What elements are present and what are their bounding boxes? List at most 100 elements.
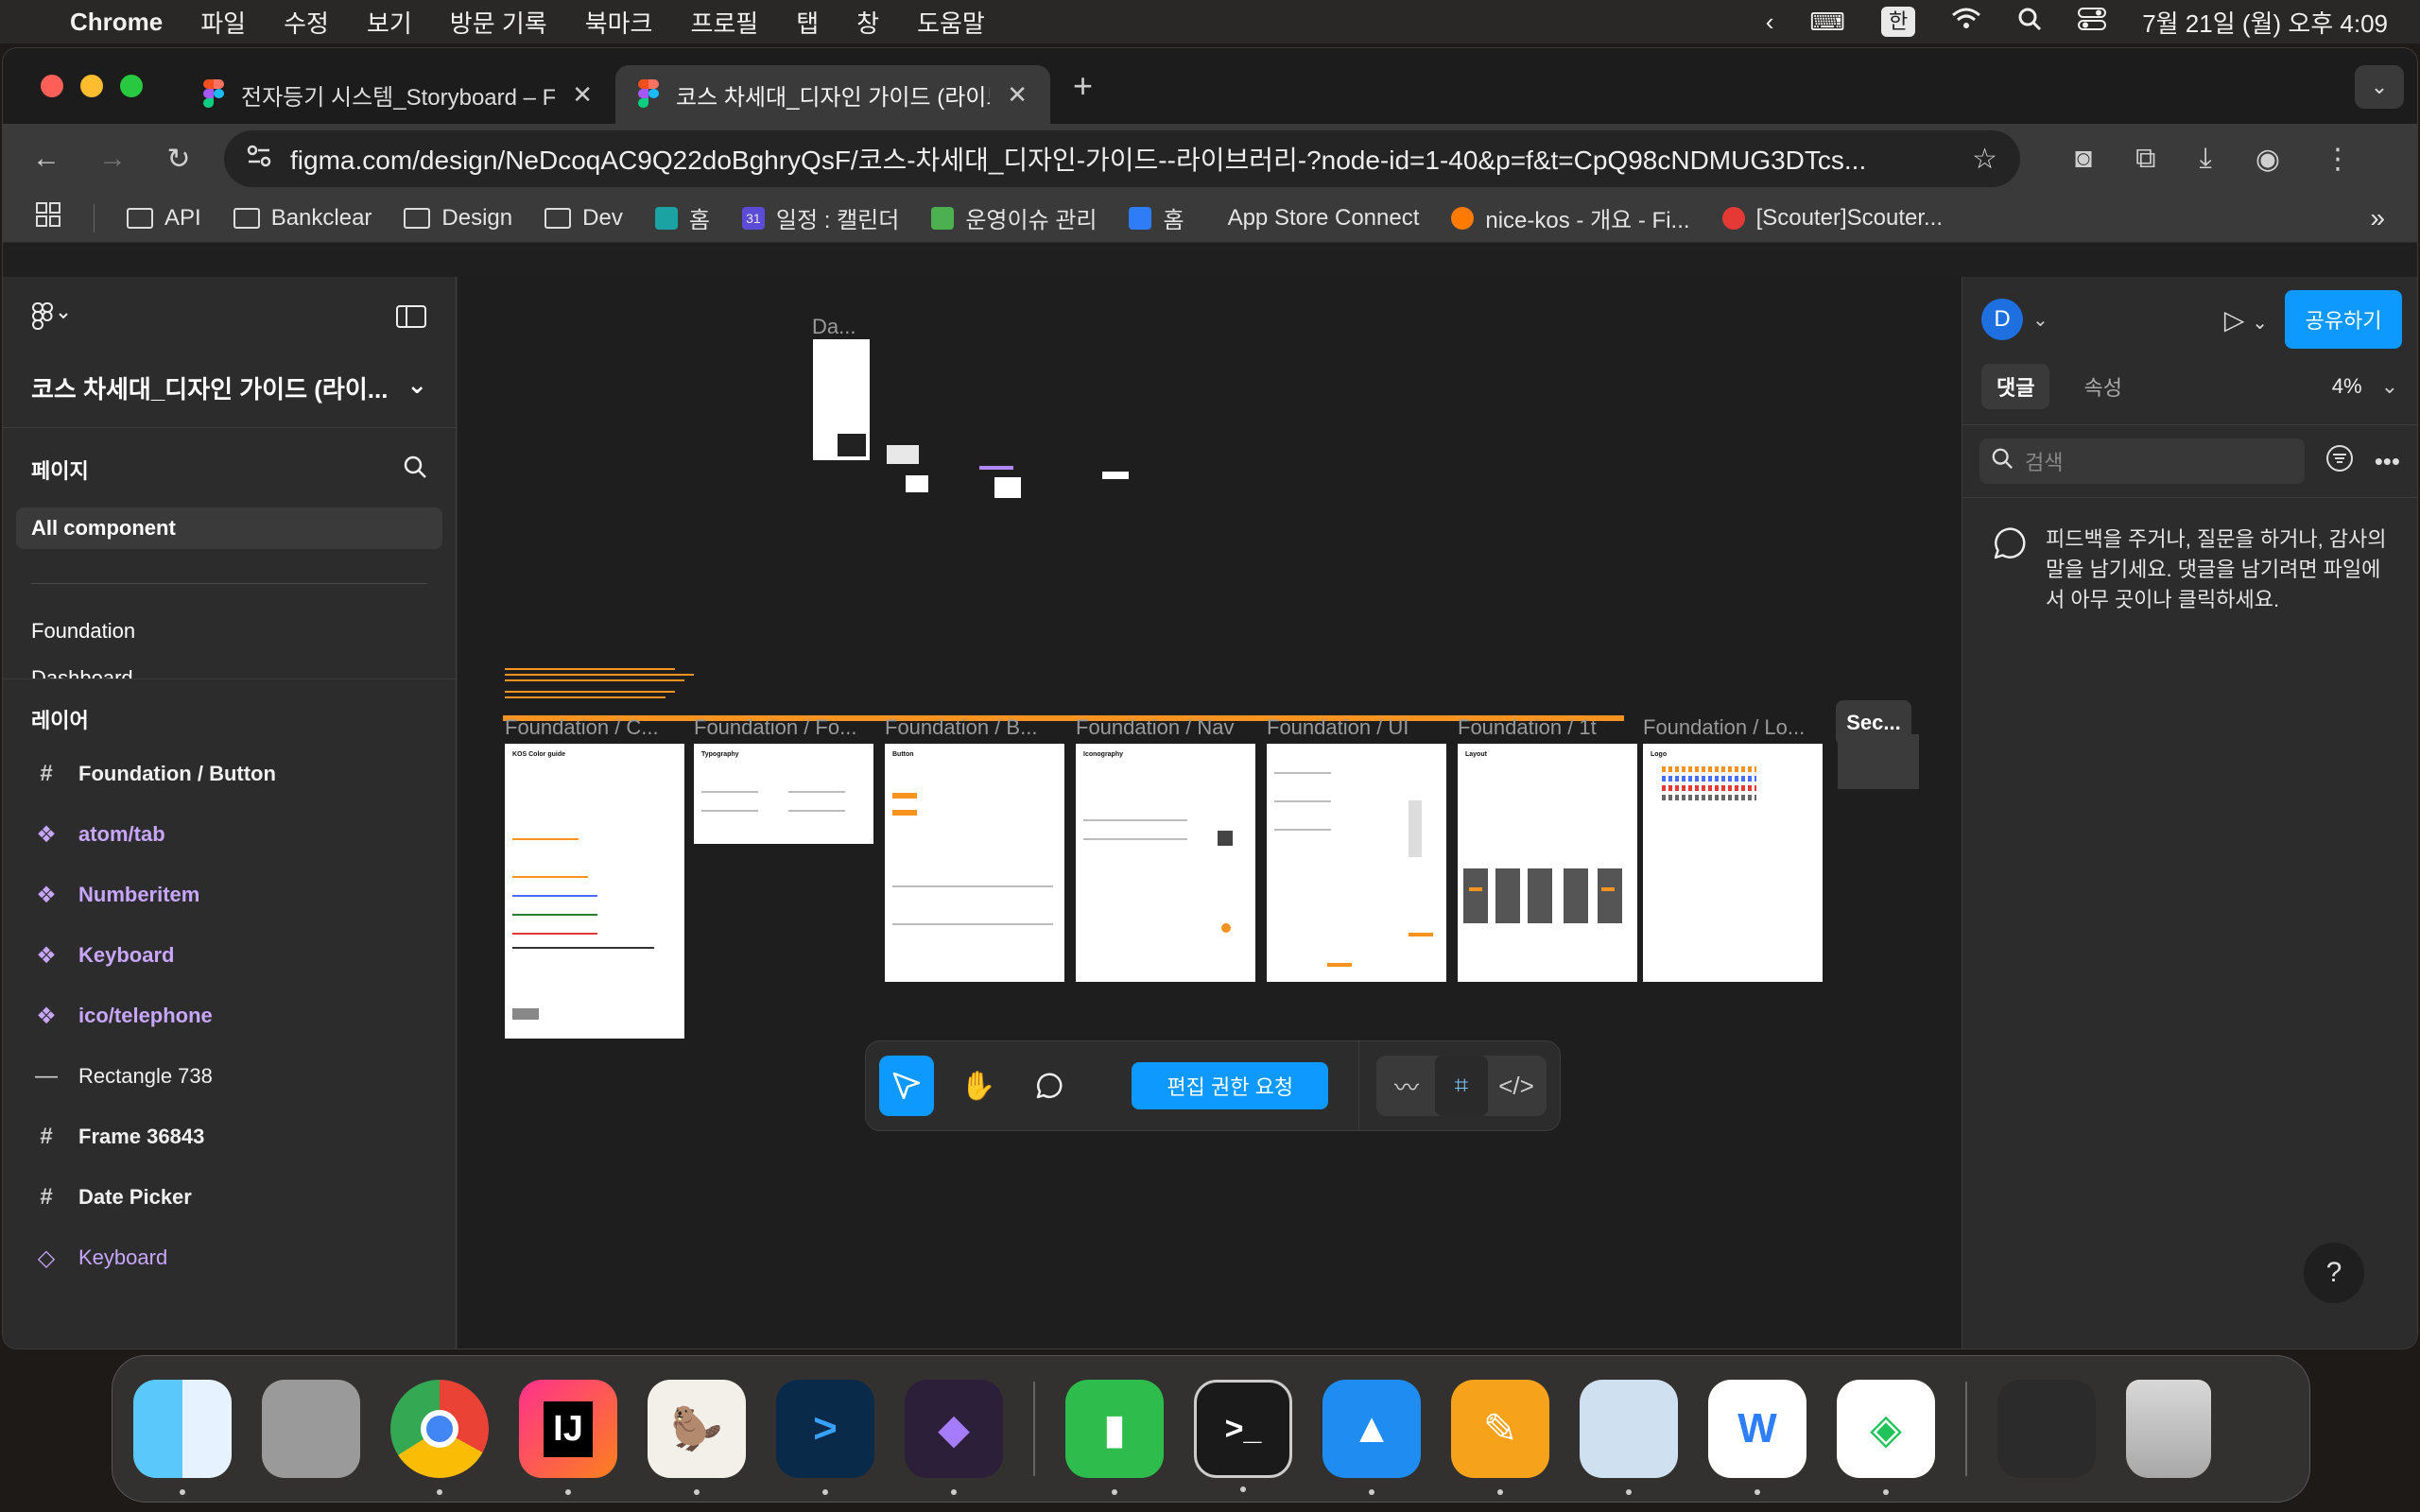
url-text[interactable]: figma.com/design/NeDcoqAC9Q22doBghryQsF/… xyxy=(290,140,1953,178)
layer-item[interactable]: # Date Picker xyxy=(3,1167,456,1228)
chevron-left-icon[interactable]: ‹ xyxy=(1766,8,1774,37)
comment-tool-icon[interactable] xyxy=(1023,1056,1078,1116)
frame-thumbnail-ui[interactable] xyxy=(1267,744,1446,982)
request-edit-button[interactable]: 편집 권한 요청 xyxy=(1132,1062,1329,1109)
new-tab-button[interactable]: + xyxy=(1073,66,1093,106)
tab-comments[interactable]: 댓글 xyxy=(1981,364,2050,409)
figma-menu-icon[interactable] xyxy=(31,301,69,338)
design-canvas[interactable]: Da... Foundation / C... Foundation / Fo.… xyxy=(458,277,1968,1349)
frame-label-font[interactable]: Foundation / Fo... xyxy=(694,715,856,740)
dock-terminal-icon[interactable]: >_ xyxy=(1194,1380,1292,1492)
dock-downloads-stack-icon[interactable] xyxy=(1997,1380,2096,1478)
chevron-down-icon[interactable]: ⌄ xyxy=(2381,374,2398,399)
frame-thumbnail-layout[interactable]: Layout xyxy=(1458,744,1637,982)
help-button[interactable]: ? xyxy=(2304,1243,2364,1303)
layer-item[interactable]: ❖ atom/tab xyxy=(3,804,456,865)
layer-item[interactable]: ❖ Keyboard xyxy=(3,925,456,986)
search-icon[interactable] xyxy=(403,455,427,485)
dock-trash-icon[interactable] xyxy=(2126,1380,2211,1478)
close-window-button[interactable] xyxy=(41,75,63,97)
present-play-icon[interactable]: ▷ ⌄ xyxy=(2224,304,2268,335)
tab-properties[interactable]: 속성 xyxy=(2068,364,2136,409)
dock-intellij-icon[interactable]: IJ xyxy=(519,1380,617,1495)
file-name[interactable]: 코스 차세대_디자인 가이드 (라이... ⌄ xyxy=(31,370,427,405)
chevron-down-icon[interactable]: ⌄ xyxy=(2252,313,2268,334)
toggle-sidebar-icon[interactable] xyxy=(395,303,427,336)
minimize-window-button[interactable] xyxy=(80,75,103,97)
dock-xcode-cloud-icon[interactable]: > xyxy=(776,1380,874,1495)
canvas-mini-element[interactable] xyxy=(979,466,1013,470)
layer-item[interactable]: # Frame 36843 xyxy=(3,1107,456,1167)
dock-whale-icon[interactable]: W xyxy=(1708,1380,1806,1495)
layer-item[interactable]: ❖ Numberitem xyxy=(3,865,456,925)
reload-icon[interactable]: ↻ xyxy=(158,143,199,176)
more-options-icon[interactable]: ••• xyxy=(2375,447,2400,476)
site-settings-icon[interactable] xyxy=(247,144,271,174)
bookmark-calendar[interactable]: 31 일정 : 캘린더 xyxy=(741,201,899,234)
forward-icon[interactable]: → xyxy=(92,143,133,175)
menu-window[interactable]: 창 xyxy=(856,5,879,40)
frame-thumbnail-iconography[interactable]: Iconography xyxy=(1076,744,1255,982)
wifi-icon[interactable] xyxy=(1951,8,1981,37)
frame-thumbnail-color[interactable]: KOS Color guide xyxy=(505,744,684,1039)
chevron-down-icon[interactable]: ⌄ xyxy=(2032,308,2048,332)
extensions-icon[interactable]: ⧉ xyxy=(2135,143,2155,176)
zoom-level[interactable]: 4% xyxy=(2332,374,2362,399)
dock-preview-icon[interactable] xyxy=(1580,1380,1678,1495)
menu-view[interactable]: 보기 xyxy=(367,5,412,40)
canvas-mini-element[interactable] xyxy=(887,445,919,464)
layer-item[interactable]: ❖ ico/telephone xyxy=(3,986,456,1046)
frame-label-logo[interactable]: Foundation / Lo... xyxy=(1643,715,1805,740)
menu-tab[interactable]: 탭 xyxy=(796,5,819,40)
bookmark-home-2[interactable]: 홈 xyxy=(1129,201,1184,234)
frame-thumbnail-section[interactable] xyxy=(1838,734,1919,789)
more-bookmarks-icon[interactable]: » xyxy=(2370,203,2385,233)
canvas-mini-element[interactable] xyxy=(1102,472,1129,479)
bookmark-design[interactable]: Design xyxy=(404,205,512,232)
dock-keynote-icon[interactable]: ▲ xyxy=(1322,1380,1421,1495)
draw-tool-icon[interactable]: 〰 xyxy=(1380,1056,1433,1116)
menu-bookmarks[interactable]: 북마크 xyxy=(585,5,653,40)
page-dashboard[interactable]: Dashboard xyxy=(16,658,442,679)
close-tab-icon[interactable]: ✕ xyxy=(572,80,593,110)
bookmark-home-1[interactable]: 홈 xyxy=(654,201,710,234)
frame-label-button[interactable]: Foundation / B... xyxy=(885,715,1037,740)
frame-label-da[interactable]: Da... xyxy=(812,315,856,339)
spotlight-search-icon[interactable] xyxy=(2017,7,2042,38)
screenshot-camera-icon[interactable]: ◙ xyxy=(2075,143,2092,176)
dock-launchpad-icon[interactable] xyxy=(262,1380,360,1478)
tab-search-button[interactable]: ⌄ xyxy=(2355,65,2404,109)
bookmark-bankclear[interactable]: Bankclear xyxy=(233,205,372,232)
canvas-mini-element[interactable] xyxy=(906,475,928,492)
back-icon[interactable]: ← xyxy=(26,143,67,175)
dock-pages-icon[interactable]: ✎ xyxy=(1451,1380,1549,1495)
move-tool-icon[interactable] xyxy=(879,1056,934,1116)
menu-profile[interactable]: 프로필 xyxy=(690,5,758,40)
layer-item[interactable]: # Foundation / Button xyxy=(3,744,456,804)
menu-file[interactable]: 파일 xyxy=(200,5,246,40)
frame-thumbnail-button[interactable]: Button xyxy=(885,744,1064,982)
control-center-icon[interactable] xyxy=(2078,7,2107,38)
comment-search-input[interactable]: 검색 xyxy=(1979,438,2305,484)
chevron-down-icon[interactable]: ⌄ xyxy=(406,370,427,405)
profile-icon[interactable]: ◉ xyxy=(2256,143,2280,176)
address-bar[interactable]: figma.com/design/NeDcoqAC9Q22doBghryQsF/… xyxy=(224,130,2020,187)
dock-chrome-icon[interactable] xyxy=(390,1380,489,1495)
bookmark-star-icon[interactable]: ☆ xyxy=(1972,143,1997,176)
tab-design-guide[interactable]: 코스 차세대_디자인 가이드 (라이브 ✕ xyxy=(615,65,1050,124)
menu-history[interactable]: 방문 기록 xyxy=(450,5,547,40)
page-all-component[interactable]: All component xyxy=(16,507,442,549)
bookmark-app-store-connect[interactable]: App Store Connect xyxy=(1217,205,1420,232)
menu-edit[interactable]: 수정 xyxy=(284,5,329,40)
tab-storyboard[interactable]: 전자등기 시스템_Storyboard – F ✕ xyxy=(181,65,615,124)
canvas-note-text[interactable] xyxy=(505,664,722,702)
filter-icon[interactable] xyxy=(2325,444,2354,479)
layer-item[interactable]: ◇ Keyboard xyxy=(3,1228,456,1288)
dock-finder-icon[interactable] xyxy=(133,1380,232,1495)
share-button[interactable]: 공유하기 xyxy=(2285,290,2402,349)
bookmark-nice-kos[interactable]: nice-kos - 개요 - Fi... xyxy=(1451,201,1690,234)
frame-thumbnail-logo[interactable]: Logo xyxy=(1643,744,1823,982)
menu-clock[interactable]: 7월 21일 (월) 오후 4:09 xyxy=(2142,5,2388,40)
frame-label-nav[interactable]: Foundation / Nav xyxy=(1076,715,1235,740)
apps-grid-icon[interactable] xyxy=(35,201,61,234)
